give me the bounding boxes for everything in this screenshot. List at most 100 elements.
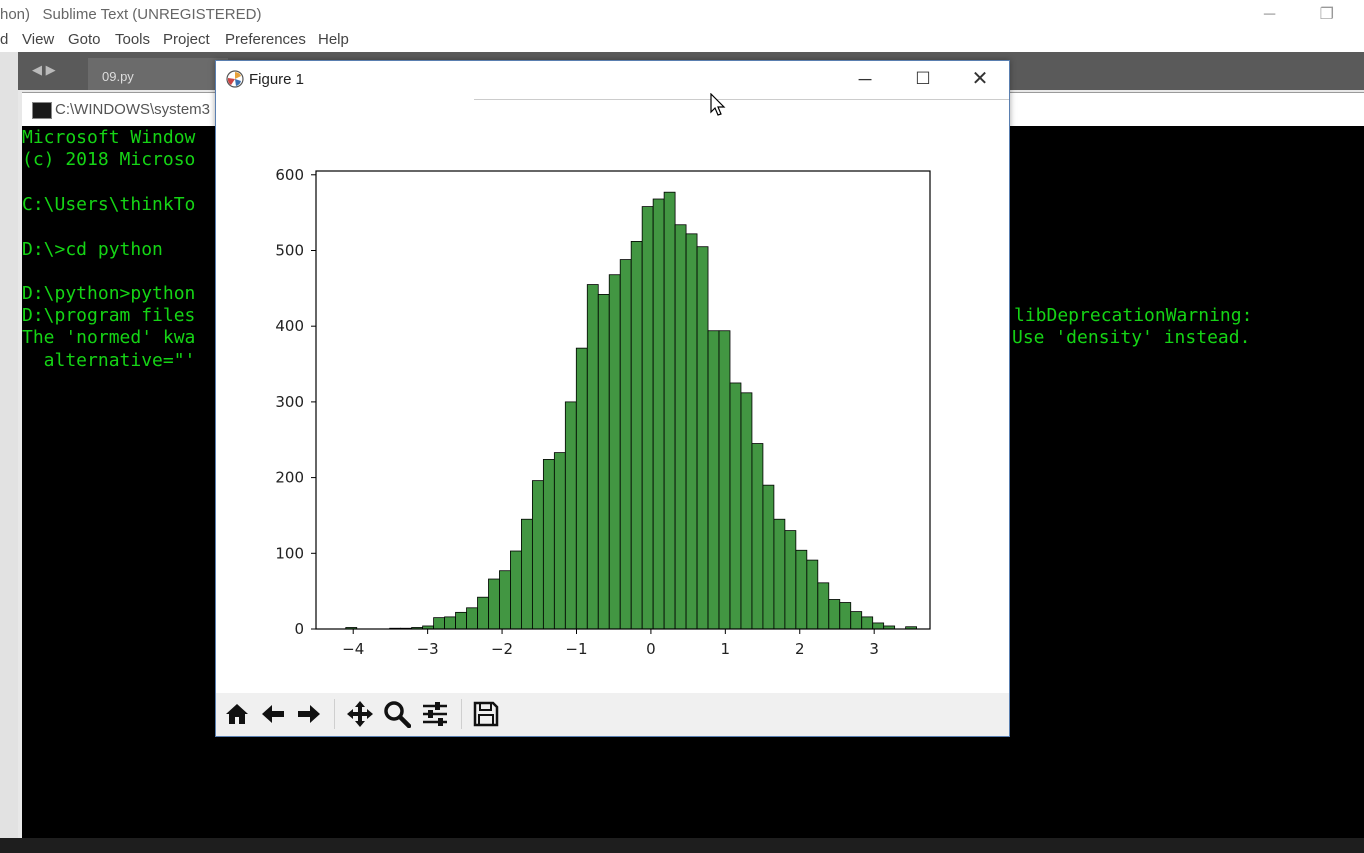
home-button[interactable]: [220, 697, 254, 731]
minimize-button[interactable]: ─: [853, 67, 877, 91]
histogram-bar: [477, 596, 489, 630]
back-arrow-icon: [262, 705, 284, 723]
sublime-window-controls[interactable]: ─ ❐: [1264, 4, 1334, 24]
histogram-bar: [674, 224, 687, 630]
toolbar-separator: [461, 699, 462, 729]
cmd-window-title: C:\WINDOWS\system3: [55, 101, 211, 118]
menu-item-project[interactable]: Project: [163, 31, 210, 48]
console-line: alternative="': [22, 350, 196, 371]
forward-button[interactable]: [292, 697, 326, 731]
tab-label: 09.py: [102, 69, 134, 84]
histogram-bar: [861, 616, 874, 630]
forward-arrow-icon: [298, 705, 320, 723]
zoom-icon: [384, 701, 411, 728]
y-tick-label: 600: [275, 166, 304, 184]
console-line: Use 'density' instead.: [1012, 327, 1251, 348]
close-button[interactable]: ✕: [968, 67, 992, 91]
sublime-left-gutter: [0, 52, 18, 853]
divider: [474, 99, 1009, 100]
y-tick-label: 100: [275, 544, 304, 562]
x-tick-label: 1: [721, 640, 731, 658]
zoom-button[interactable]: [380, 697, 414, 731]
toolbar-separator: [334, 699, 335, 729]
back-button[interactable]: [256, 697, 290, 731]
home-icon: [226, 704, 248, 724]
histogram-bar: [499, 570, 511, 630]
histogram-bar: [795, 549, 808, 630]
figure-title: Figure 1: [249, 71, 305, 88]
tab-09-py[interactable]: 09.py: [88, 58, 228, 90]
y-tick-label: 400: [275, 317, 304, 335]
histogram-bar: [466, 607, 478, 630]
histogram-bar: [773, 518, 786, 630]
sublime-window-title: hon) Sublime Text (UNREGISTERED): [0, 6, 262, 23]
histogram-bar: [817, 582, 830, 630]
console-line: D:\python>python: [22, 283, 196, 304]
console-line: The 'normed' kwa: [22, 327, 196, 348]
console-line: D:\>cd python: [22, 239, 163, 260]
figure-title-bar[interactable]: Figure 1 ─ ☐ ✕: [216, 61, 1009, 99]
histogram-bar: [641, 206, 654, 630]
sublime-title-bar: hon) Sublime Text (UNREGISTERED) ─ ❐: [0, 0, 1364, 28]
histogram-bar: [762, 484, 775, 630]
save-button[interactable]: [469, 697, 503, 731]
tab-nav-arrows-icon[interactable]: ◀ ▶: [32, 62, 56, 78]
histogram-bar: [510, 550, 522, 630]
taskbar-strip: [0, 838, 1364, 853]
menu-item-preferences[interactable]: Preferences: [225, 31, 306, 48]
configure-subplots-button[interactable]: [418, 697, 452, 731]
menu-item-help[interactable]: Help: [318, 31, 349, 48]
x-tick-label: 3: [869, 640, 879, 658]
histogram-bar: [531, 480, 544, 630]
histogram-bar: [630, 241, 643, 630]
histogram-bar: [839, 602, 852, 630]
histogram-bar: [828, 599, 841, 630]
figure-window: Figure 1 ─ ☐ ✕ −4 −3 −2 −1 0 1 2 3 0 100 200 300 40…: [215, 60, 1010, 737]
histogram-bar: [663, 191, 676, 630]
histogram-bar: [597, 293, 610, 630]
x-tick-label: −1: [565, 640, 587, 658]
histogram-bar: [553, 452, 566, 630]
histogram-bar: [608, 274, 621, 630]
configure-subplots-icon: [423, 702, 447, 726]
console-line: C:\Users\thinkTo: [22, 194, 196, 215]
histogram-bar: [433, 617, 445, 630]
y-tick-label: 300: [275, 393, 304, 411]
histogram-bar: [619, 259, 632, 630]
pan-icon: [347, 701, 373, 727]
histogram-bar: [718, 330, 731, 630]
menu-item-goto[interactable]: Goto: [68, 31, 101, 48]
histogram-bar: [784, 530, 797, 630]
histogram-bar: [707, 330, 720, 630]
menu-item-view[interactable]: View: [22, 31, 54, 48]
histogram-bar: [444, 616, 456, 630]
maximize-button[interactable]: ☐: [911, 67, 935, 91]
cmd-window-icon: [32, 102, 52, 119]
y-tick-label: 0: [294, 620, 304, 638]
console-line: Microsoft Window: [22, 127, 196, 148]
histogram-bar: [652, 198, 665, 630]
histogram-bar: [488, 578, 500, 630]
x-tick-label: 2: [795, 640, 805, 658]
histogram-bar: [850, 611, 863, 630]
x-tick-label: 0: [646, 640, 656, 658]
figure-toolbar: [216, 693, 1009, 736]
histogram-bar: [685, 233, 698, 630]
console-line: (c) 2018 Microso: [22, 149, 196, 170]
histogram-bar: [521, 518, 533, 630]
histogram-bar: [740, 392, 753, 630]
menu-item-tools[interactable]: Tools: [115, 31, 150, 48]
histogram-bar: [542, 459, 555, 630]
y-tick-label: 200: [275, 469, 304, 487]
histogram-bar: [751, 443, 764, 630]
console-line: libDeprecationWarning:: [1014, 305, 1253, 326]
pan-button[interactable]: [343, 697, 377, 731]
x-tick-label: −3: [417, 640, 439, 658]
histogram-bar: [729, 382, 742, 630]
histogram-bar: [455, 611, 467, 630]
histogram-bar: [575, 347, 588, 630]
y-tick-label: 500: [275, 241, 304, 259]
menu-item-find[interactable]: d: [0, 31, 8, 48]
histogram-plot: −4 −3 −2 −1 0 1 2 3 0 100 200 300 400 500 600: [275, 166, 931, 658]
sublime-menu-bar: d View Goto Tools Project Preferences He…: [0, 28, 1364, 52]
